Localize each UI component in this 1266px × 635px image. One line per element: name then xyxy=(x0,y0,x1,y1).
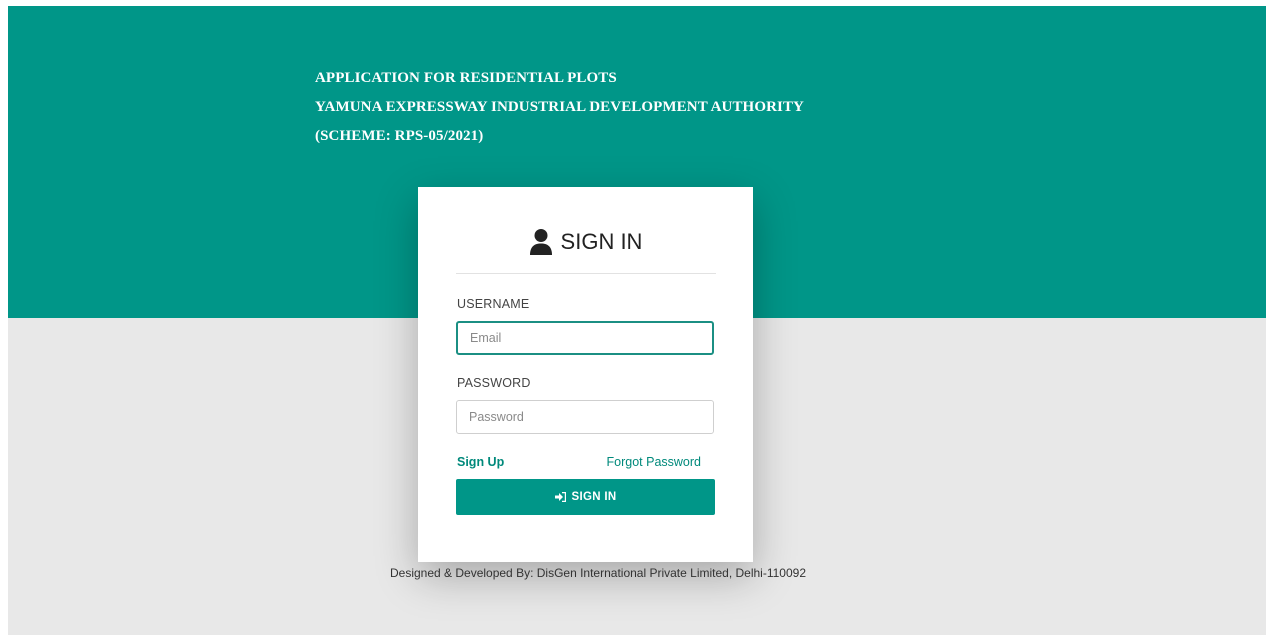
sign-in-button[interactable]: SIGN IN xyxy=(456,479,715,515)
heading-line-scheme: (SCHEME: RPS-05/2021) xyxy=(315,128,484,144)
forgot-password-link[interactable]: Forgot Password xyxy=(607,455,701,469)
title-divider xyxy=(456,273,716,274)
heading-line-application: APPLICATION FOR RESIDENTIAL PLOTS xyxy=(315,70,617,86)
password-label: PASSWORD xyxy=(457,376,531,390)
password-input[interactable] xyxy=(456,400,714,434)
sign-up-link[interactable]: Sign Up xyxy=(457,455,504,469)
page-heading: APPLICATION FOR RESIDENTIAL PLOTS YAMUNA… xyxy=(315,64,804,151)
heading-line-authority: YAMUNA EXPRESSWAY INDUSTRIAL DEVELOPMENT… xyxy=(315,99,804,115)
sign-in-button-label: SIGN IN xyxy=(571,491,617,503)
footer-credit: Designed & Developed By: DisGen Internat… xyxy=(389,566,806,580)
username-label: USERNAME xyxy=(457,297,530,311)
login-title: SIGN IN xyxy=(418,224,753,260)
login-card: SIGN IN USERNAME PASSWORD Sign Up Forgot… xyxy=(418,187,753,562)
user-icon xyxy=(529,228,553,256)
login-title-text: SIGN IN xyxy=(560,229,643,254)
page-frame: APPLICATION FOR RESIDENTIAL PLOTS YAMUNA… xyxy=(8,6,1266,635)
sign-in-icon xyxy=(554,491,567,503)
username-input[interactable] xyxy=(456,321,714,355)
